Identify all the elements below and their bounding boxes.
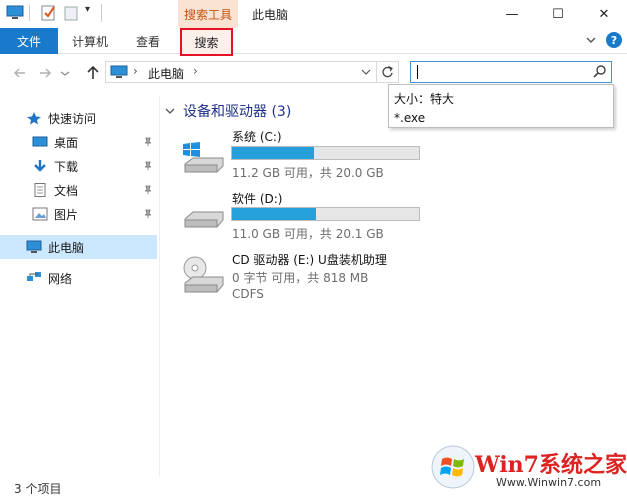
sidebar-item-network[interactable]: 网络 — [26, 267, 72, 289]
drive-info-c: 11.2 GB 可用，共 20.0 GB — [232, 166, 384, 180]
context-tab-group: 搜索工具 — [178, 0, 238, 28]
sidebar-item-label: 网络 — [48, 271, 73, 286]
group-header[interactable]: 设备和驱动器 (3) — [165, 101, 291, 121]
watermark-text: Win7系统之家 — [475, 452, 627, 478]
pin-icon[interactable] — [143, 209, 153, 219]
drive-usage-fill-c — [232, 147, 315, 159]
breadcrumb-separator[interactable]: › — [193, 64, 198, 78]
drive-usage-bar-c — [231, 146, 420, 160]
drive-usage-fill-d — [232, 208, 317, 220]
drive-name-d[interactable]: 软件 (D:) — [232, 190, 282, 207]
suggestion-size[interactable]: 大小：特大 — [394, 90, 454, 107]
properties-icon[interactable] — [40, 5, 58, 21]
drive-icon[interactable] — [181, 203, 225, 243]
sidebar-item-label: 桌面 — [54, 135, 79, 150]
pin-icon[interactable] — [143, 137, 153, 147]
star-icon — [27, 112, 41, 125]
sidebar-item-label: 下载 — [54, 159, 79, 174]
download-arrow-icon — [34, 160, 46, 172]
search-input[interactable] — [410, 61, 612, 83]
tab-computer[interactable]: 计算机 — [62, 28, 118, 54]
computer-icon — [6, 5, 24, 19]
search-icon[interactable] — [592, 64, 608, 80]
computer-icon — [110, 65, 128, 78]
watermark-url: Www.Winwin7.com — [496, 476, 602, 489]
windows-logo-icon — [431, 445, 475, 489]
help-icon[interactable]: ? — [606, 32, 622, 48]
tab-file[interactable]: 文件 — [0, 28, 58, 54]
minimize-button[interactable]: — — [489, 0, 535, 28]
suggestion-exe[interactable]: *.exe — [394, 111, 425, 125]
toolbar-divider — [29, 5, 30, 21]
new-folder-icon[interactable] — [63, 5, 81, 21]
cd-drive-icon[interactable] — [181, 255, 225, 295]
sidebar-item-quick-access[interactable]: 快速访问 — [26, 107, 96, 129]
maximize-button[interactable]: ☐ — [535, 0, 581, 28]
group-title: 设备和驱动器 (3) — [183, 104, 292, 120]
pin-icon[interactable] — [143, 185, 153, 195]
sidebar-item-this-pc-content[interactable]: 此电脑 — [26, 236, 84, 258]
sidebar-item-label: 快速访问 — [48, 111, 97, 126]
drive-info-e: 0 字节 可用，共 818 MB — [232, 271, 369, 285]
breadcrumb-separator[interactable]: › — [133, 64, 138, 78]
computer-icon — [26, 240, 42, 253]
document-icon — [34, 183, 46, 197]
chevron-down-icon[interactable] — [165, 106, 175, 116]
address-bar[interactable] — [105, 61, 377, 83]
drive-info-d: 11.0 GB 可用，共 20.1 GB — [232, 227, 384, 241]
refresh-icon[interactable] — [377, 61, 399, 83]
tab-view[interactable]: 查看 — [124, 28, 172, 54]
drive-filesystem-e: CDFS — [232, 287, 264, 301]
address-dropdown-icon[interactable] — [360, 66, 372, 78]
customize-toolbar-icon[interactable]: ▾ — [85, 4, 90, 15]
status-item-count: 3 个项目 — [14, 482, 62, 496]
toolbar-divider — [101, 4, 102, 22]
breadcrumb-this-pc[interactable]: 此电脑 — [148, 65, 184, 82]
sidebar-item-label: 此电脑 — [48, 240, 85, 255]
window-title: 此电脑 — [252, 8, 289, 22]
text-caret — [417, 65, 418, 79]
system-drive-icon[interactable] — [181, 138, 225, 178]
sidebar-item-label: 文档 — [54, 183, 79, 198]
close-button[interactable]: ✕ — [581, 0, 627, 28]
sidebar-item-desktop[interactable]: 桌面 — [32, 131, 78, 153]
drive-usage-bar-d — [231, 207, 420, 221]
network-icon — [27, 272, 41, 281]
picture-icon — [32, 207, 48, 221]
tab-search[interactable]: 搜索 — [180, 28, 233, 56]
recent-locations-icon[interactable] — [58, 63, 72, 83]
back-arrow-icon[interactable] — [10, 63, 30, 83]
pin-icon[interactable] — [143, 161, 153, 171]
sidebar-item-pictures[interactable]: 图片 — [32, 203, 78, 225]
desktop-icon — [32, 136, 48, 147]
sidebar-item-downloads[interactable]: 下载 — [32, 155, 78, 177]
ribbon-expand-icon[interactable] — [584, 33, 598, 47]
navigation-pane — [0, 96, 160, 476]
up-arrow-icon[interactable] — [83, 63, 103, 83]
sidebar-item-documents[interactable]: 文档 — [32, 179, 78, 201]
drive-name-c[interactable]: 系统 (C:) — [232, 128, 282, 145]
sidebar-item-label: 图片 — [54, 207, 79, 222]
forward-arrow-icon[interactable] — [35, 63, 55, 83]
drive-name-e[interactable]: CD 驱动器 (E:) U盘装机助理 — [232, 251, 387, 268]
